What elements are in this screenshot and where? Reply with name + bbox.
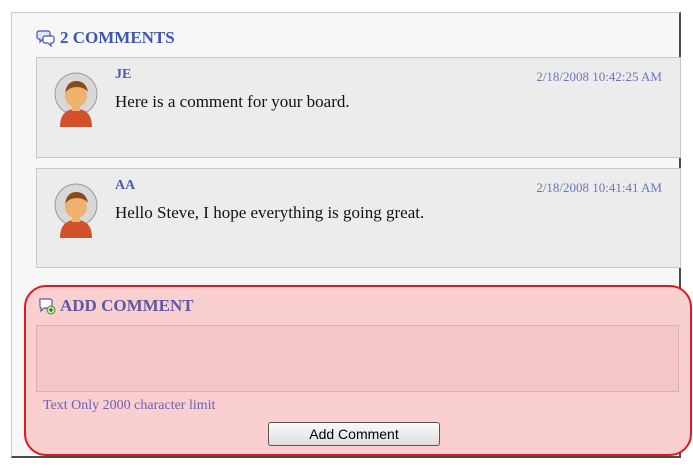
user-avatar-icon: [51, 180, 101, 242]
comments-header-label: 2 COMMENTS: [60, 28, 175, 47]
comment-author: JE: [115, 67, 132, 82]
comment-timestamp: 2/18/2008 10:42:25 AM: [536, 69, 662, 84]
comment-item: JE 2/18/2008 10:42:25 AM Here is a comme…: [36, 57, 681, 158]
comment-textarea[interactable]: [36, 325, 679, 392]
character-limit-note: Text Only 2000 character limit: [43, 398, 216, 413]
comment-timestamp: 2/18/2008 10:41:41 AM: [536, 180, 662, 195]
comment-text: Hello Steve, I hope everything is going …: [115, 203, 425, 222]
user-avatar-icon: [51, 69, 101, 131]
comment-author: AA: [115, 178, 136, 193]
add-comment-header: ADD COMMENT: [38, 296, 194, 316]
add-comment-icon: [38, 297, 56, 315]
add-comment-button[interactable]: Add Comment: [268, 422, 440, 446]
comments-header: 2 COMMENTS: [36, 28, 175, 48]
comment-text: Here is a comment for your board.: [115, 92, 350, 111]
add-comment-label: ADD COMMENT: [60, 296, 194, 315]
comment-item: AA 2/18/2008 10:41:41 AM Hello Steve, I …: [36, 168, 681, 268]
speech-bubble-icon: [36, 29, 56, 47]
